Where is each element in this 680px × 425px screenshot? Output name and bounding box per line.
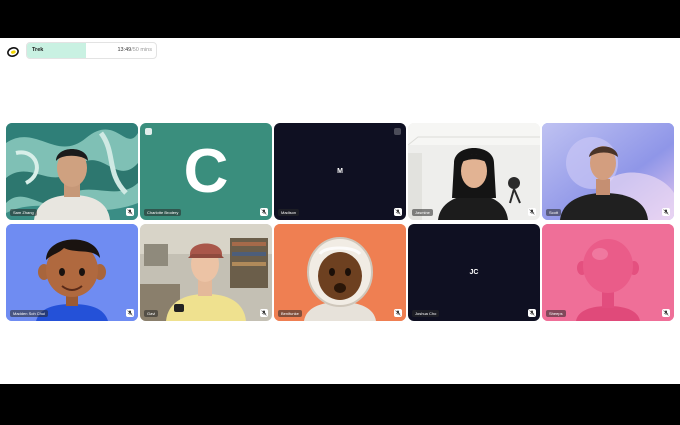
participant-tile[interactable]: C Charlotte Brodery	[140, 123, 272, 220]
participant-tile[interactable]: Madden Soh Chui	[6, 224, 138, 321]
mic-muted-icon[interactable]	[126, 309, 134, 317]
mic-muted-icon[interactable]	[394, 208, 402, 216]
task-timer: 13:49/50 mins	[117, 47, 152, 53]
elapsed-time: 13:49	[117, 47, 132, 53]
mic-muted-icon[interactable]	[662, 309, 670, 317]
participant-tile[interactable]: M Madison	[274, 123, 406, 220]
participant-name: Madison	[278, 209, 300, 216]
avatar-image	[6, 224, 138, 321]
mic-muted-icon[interactable]	[528, 208, 536, 216]
participant-initials: M	[337, 168, 343, 175]
meeting-canvas: Trek 13:49/50 mins Sam Zhang C Charlotte…	[0, 38, 680, 384]
total-time: 50 mins	[132, 47, 152, 53]
participant-initials: JC	[469, 269, 479, 276]
task-progress-bar[interactable]: Trek 13:49/50 mins	[26, 42, 157, 59]
participant-name: Scott	[546, 209, 562, 216]
mic-muted-icon[interactable]	[260, 208, 268, 216]
mic-muted-icon[interactable]	[126, 208, 134, 216]
task-title: Trek	[32, 47, 44, 53]
app-logo-icon[interactable]	[7, 46, 19, 58]
participant-tile[interactable]: JC Joshua Cho	[408, 224, 540, 321]
participant-name: Sam Zhang	[10, 209, 37, 216]
video-feed	[6, 123, 138, 220]
avatar-image	[274, 224, 406, 321]
participant-tile[interactable]: Sam Zhang	[6, 123, 138, 220]
participant-name: Benifunke	[278, 310, 302, 317]
participant-tile[interactable]: Jasmine	[408, 123, 540, 220]
participant-name: Madden Soh Chui	[10, 310, 49, 317]
mic-muted-icon[interactable]	[394, 309, 402, 317]
participant-name: Gavi	[144, 310, 159, 317]
video-feed	[408, 123, 540, 220]
participant-tile[interactable]: Gavi	[140, 224, 272, 321]
participant-name: Sheeps	[546, 310, 566, 317]
mic-muted-icon[interactable]	[260, 309, 268, 317]
video-feed	[542, 123, 674, 220]
participant-tile[interactable]: Sheeps	[542, 224, 674, 321]
participant-name: Jasmine	[412, 209, 433, 216]
mic-muted-icon[interactable]	[528, 309, 536, 317]
avatar-image	[542, 224, 674, 321]
mic-muted-icon[interactable]	[662, 208, 670, 216]
participant-letter-avatar: C	[183, 137, 229, 206]
participant-name: Joshua Cho	[412, 310, 440, 317]
participant-tile-active-speaker[interactable]: Scott	[542, 123, 674, 220]
video-feed	[140, 224, 272, 321]
participant-tile[interactable]: Benifunke	[274, 224, 406, 321]
participant-name: Charlotte Brodery	[144, 209, 182, 216]
